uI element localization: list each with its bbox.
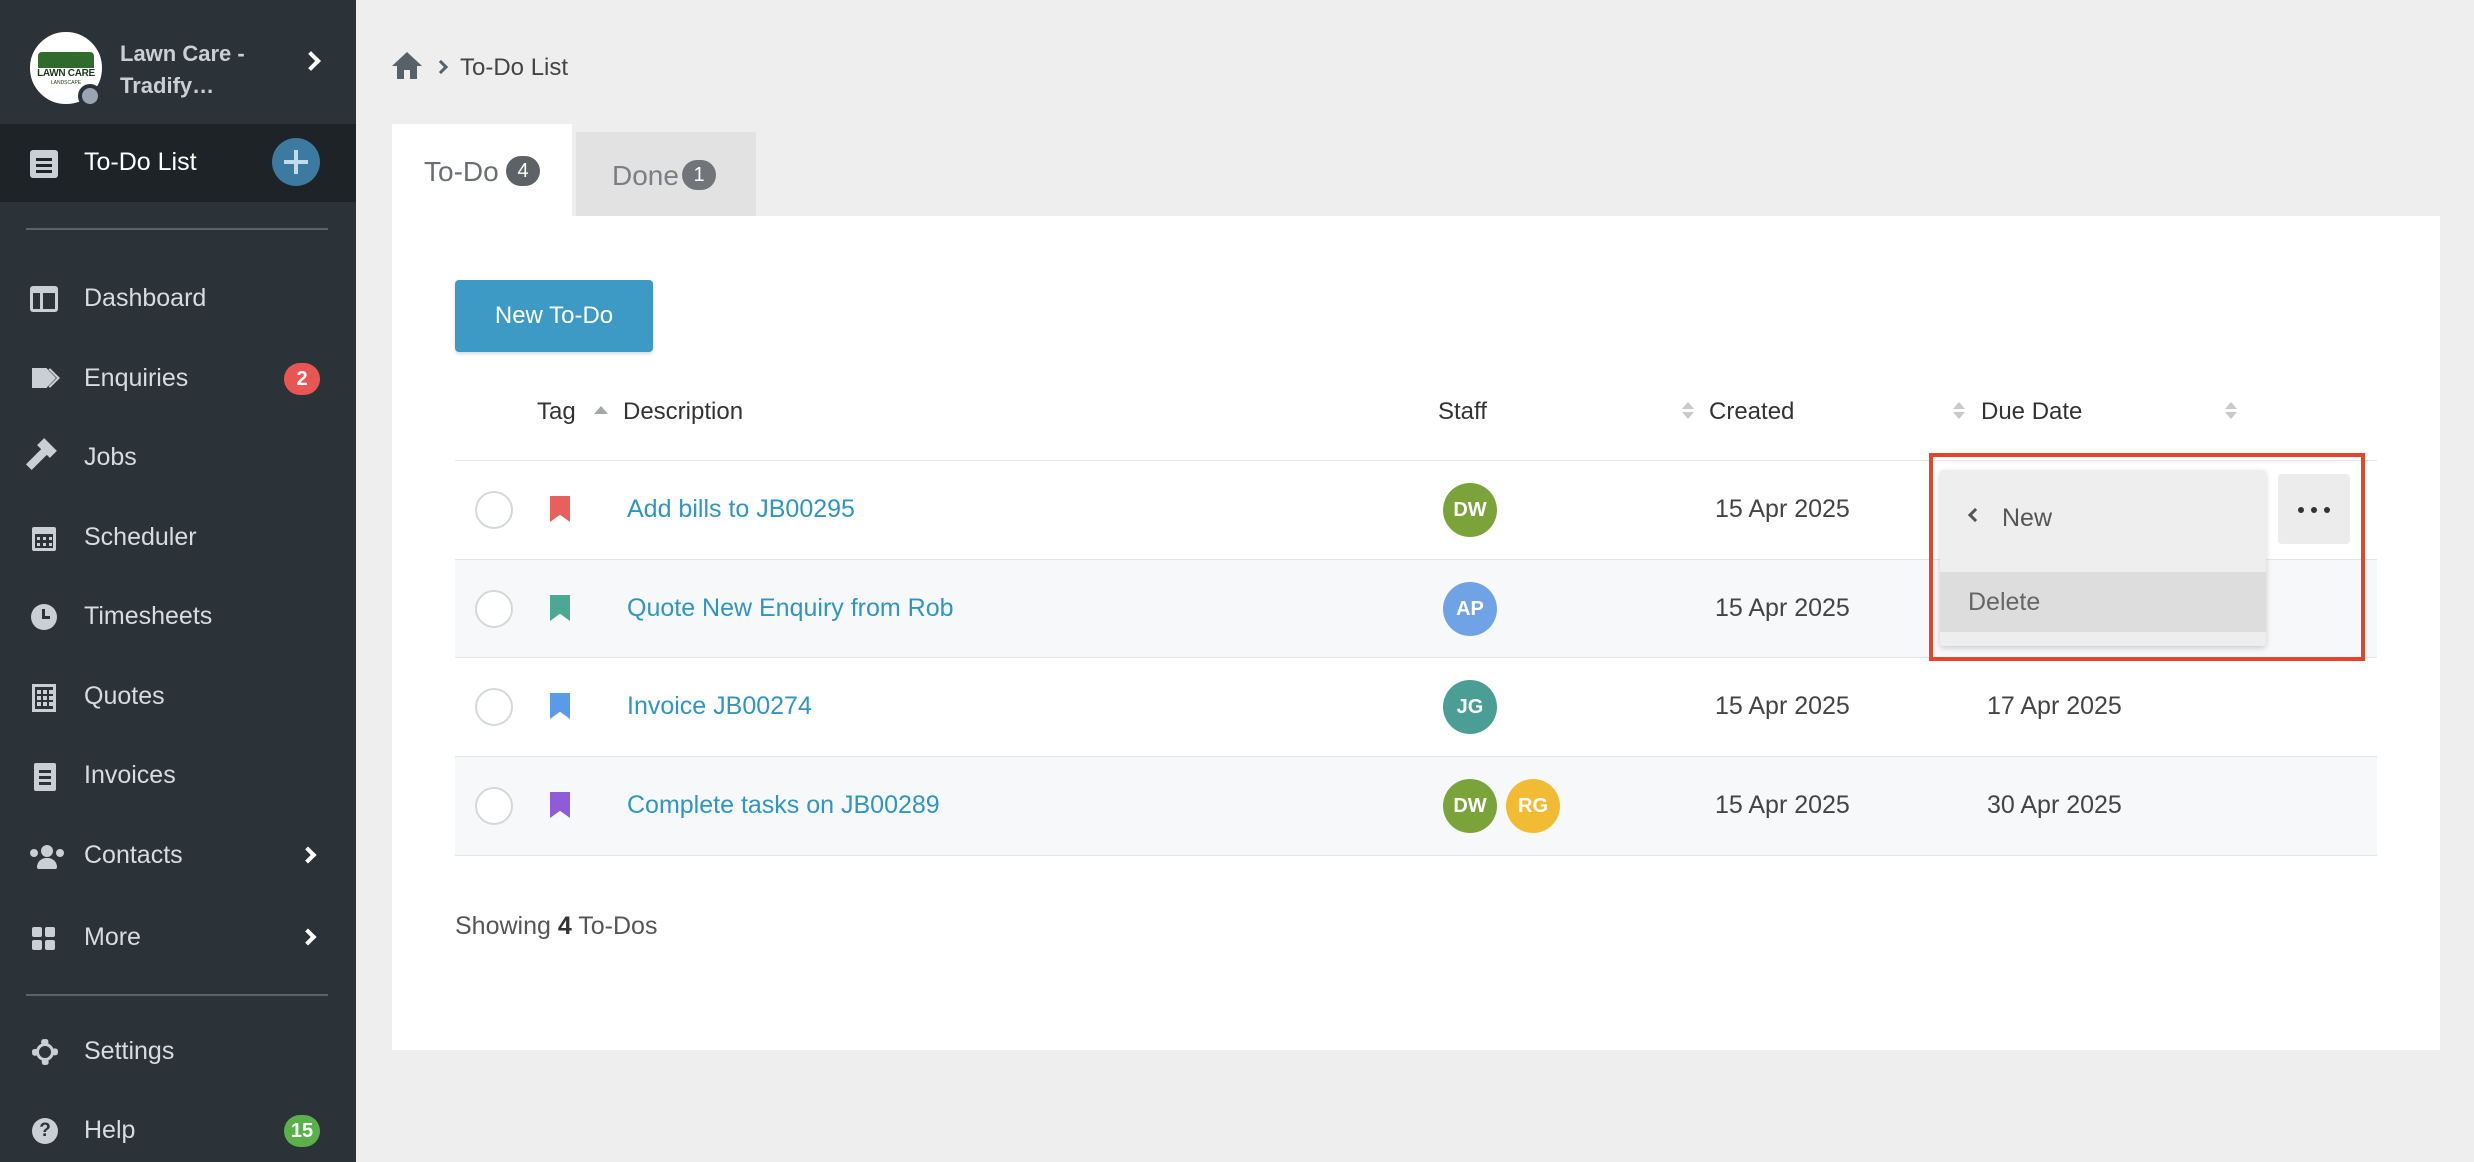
results-summary: Showing 4 To-Dos [455, 912, 658, 940]
gear-icon [30, 1037, 60, 1065]
sidebar-item-quotes[interactable]: Quotes [0, 666, 356, 726]
sidebar-item-label: Timesheets [84, 602, 213, 630]
complete-checkbox[interactable] [475, 491, 513, 529]
complete-checkbox[interactable] [475, 787, 513, 825]
hammer-icon [25, 438, 60, 471]
sidebar-item-dashboard[interactable]: Dashboard [0, 268, 356, 328]
users-icon [30, 841, 64, 869]
sidebar-item-settings[interactable]: Settings [0, 1021, 356, 1081]
list-icon [30, 150, 58, 178]
divider [26, 228, 328, 230]
sidebar-item-invoices[interactable]: Invoices [0, 745, 356, 805]
sidebar-item-label: More [84, 923, 141, 951]
todo-description-link[interactable]: Complete tasks on JB00289 [627, 791, 940, 820]
sidebar-item-contacts[interactable]: Contacts [0, 825, 356, 885]
todo-description-link[interactable]: Invoice JB00274 [627, 692, 812, 721]
created-date: 15 Apr 2025 [1715, 791, 1850, 819]
bookmark-icon [550, 693, 570, 719]
column-header-staff[interactable]: Staff [1438, 398, 1487, 426]
sidebar: LAWN CARE LANDSCAPE Lawn Care - Tradify…… [0, 0, 356, 1162]
sidebar-item-label: Quotes [84, 682, 165, 710]
due-date: 30 Apr 2025 [1987, 791, 2122, 819]
bookmark-icon [550, 595, 570, 621]
complete-checkbox[interactable] [475, 590, 513, 628]
sidebar-item-more[interactable]: More [0, 907, 356, 967]
sidebar-item-scheduler[interactable]: Scheduler [0, 507, 356, 567]
due-date: 17 Apr 2025 [1987, 692, 2122, 720]
enquiries-count-badge: 2 [284, 363, 320, 395]
todo-description-link[interactable]: Quote New Enquiry from Rob [627, 594, 954, 623]
status-dot [78, 84, 102, 108]
add-todo-button[interactable] [272, 138, 320, 186]
grid-icon [30, 923, 60, 951]
dashboard-icon [30, 284, 60, 312]
calendar-icon [30, 523, 60, 551]
avatar: DW [1443, 483, 1497, 537]
table-row[interactable]: Complete tasks on JB00289 DW RG 15 Apr 2… [455, 757, 2377, 855]
new-todo-button[interactable]: New To-Do [455, 280, 653, 352]
sidebar-item-help[interactable]: ? Help 15 [0, 1100, 356, 1160]
invoice-icon [30, 761, 60, 791]
sidebar-item-label: To-Do List [84, 148, 197, 176]
breadcrumb-current: To-Do List [460, 54, 569, 81]
sort-icon[interactable] [1953, 402, 1965, 420]
sidebar-item-label: Help [84, 1116, 136, 1144]
tab-label: To-Do [424, 156, 499, 187]
tab-todo[interactable]: To-Do 4 [392, 124, 572, 218]
sidebar-item-label: Dashboard [84, 284, 207, 312]
sort-icon[interactable] [1682, 402, 1694, 420]
created-date: 15 Apr 2025 [1715, 692, 1850, 720]
chevron-right-icon [301, 51, 321, 71]
avatar: RG [1506, 779, 1560, 833]
column-header-due-date[interactable]: Due Date [1981, 398, 2082, 426]
home-icon[interactable] [392, 52, 422, 80]
sidebar-item-label: Jobs [84, 443, 137, 471]
sidebar-item-label: Scheduler [84, 523, 197, 551]
tab-count-badge: 1 [682, 160, 716, 190]
sidebar-item-label: Contacts [84, 841, 183, 869]
table-row[interactable]: Invoice JB00274 JG 15 Apr 2025 17 Apr 20… [455, 658, 2377, 756]
calculator-icon [30, 682, 60, 712]
bookmark-icon [550, 496, 570, 522]
chevron-right-icon [299, 928, 317, 946]
help-count-badge: 15 [284, 1115, 320, 1147]
created-date: 15 Apr 2025 [1715, 495, 1850, 523]
tab-label: Done [612, 160, 679, 191]
help-icon: ? [30, 1116, 60, 1144]
avatar: AP [1443, 582, 1497, 636]
highlight-box [1929, 453, 2365, 661]
tab-count-badge: 4 [506, 156, 540, 186]
divider [455, 855, 2377, 856]
column-header-created[interactable]: Created [1709, 398, 1794, 426]
avatar: DW [1443, 779, 1497, 833]
account-switcher[interactable]: LAWN CARE LANDSCAPE Lawn Care - Tradify… [0, 0, 356, 122]
bookmark-icon [550, 792, 570, 818]
account-name: Lawn Care - Tradify… [120, 41, 245, 98]
tab-done[interactable]: Done 1 [576, 132, 756, 218]
column-header-description[interactable]: Description [623, 398, 743, 426]
complete-checkbox[interactable] [475, 688, 513, 726]
tags-icon [30, 364, 60, 392]
column-header-tag[interactable]: Tag [537, 398, 576, 426]
sidebar-item-jobs[interactable]: Jobs [0, 427, 356, 487]
sidebar-item-timesheets[interactable]: Timesheets [0, 586, 356, 646]
sidebar-item-label: Enquiries [84, 364, 189, 392]
clock-icon [30, 602, 60, 630]
todo-description-link[interactable]: Add bills to JB00295 [627, 495, 855, 524]
sidebar-item-label: Settings [84, 1037, 175, 1065]
sidebar-item-enquiries[interactable]: Enquiries 2 [0, 348, 356, 408]
divider [26, 994, 328, 996]
chevron-right-icon [433, 59, 449, 75]
sidebar-item-label: Invoices [84, 761, 176, 789]
sort-icon[interactable] [2225, 402, 2237, 420]
created-date: 15 Apr 2025 [1715, 594, 1850, 622]
sort-ascending-icon [594, 406, 608, 414]
chevron-right-icon [299, 846, 317, 864]
avatar: JG [1443, 680, 1497, 734]
